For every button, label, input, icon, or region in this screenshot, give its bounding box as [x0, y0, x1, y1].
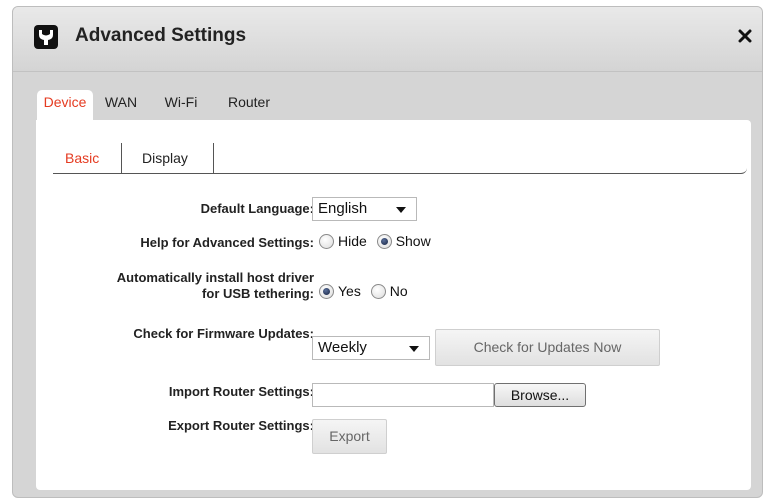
default-language-value: English — [318, 200, 368, 217]
subtab-divider — [213, 143, 214, 173]
sub-tabs: Basic Display — [53, 143, 747, 174]
subtab-divider — [121, 143, 122, 173]
firmware-frequency-select[interactable]: Weekly — [312, 336, 430, 360]
help-show-radio[interactable] — [376, 233, 392, 249]
default-language-select[interactable]: English — [312, 197, 417, 221]
help-show-label: Show — [395, 233, 431, 250]
check-updates-button[interactable]: Check for Updates Now — [435, 329, 660, 366]
tab-router[interactable]: Router — [219, 90, 279, 120]
import-file-input[interactable] — [312, 383, 494, 407]
chevron-down-icon — [396, 207, 406, 213]
browse-button[interactable]: Browse... — [494, 383, 586, 407]
dialog-titlebar: Advanced Settings — [13, 7, 762, 72]
usb-no-label: No — [389, 283, 408, 300]
advanced-settings-dialog: Advanced Settings Device WAN Wi-Fi Route… — [12, 6, 763, 498]
close-icon[interactable] — [738, 29, 752, 43]
import-settings-label: Import Router Settings: — [168, 384, 314, 399]
subtab-basic[interactable]: Basic — [65, 143, 99, 173]
chevron-down-icon — [409, 346, 419, 352]
usb-no-radio[interactable] — [370, 283, 386, 299]
default-language-label: Default Language: — [200, 201, 314, 216]
subtab-display[interactable]: Display — [142, 143, 188, 173]
firmware-frequency-value: Weekly — [318, 339, 367, 356]
usb-yes-label: Yes — [338, 283, 361, 300]
export-button[interactable]: Export — [312, 419, 387, 454]
dialog-title: Advanced Settings — [75, 25, 247, 46]
help-hide-radio[interactable] — [319, 233, 334, 249]
firmware-updates-label: Check for Firmware Updates: — [133, 326, 314, 341]
help-settings-radio-group: Hide Show — [319, 232, 437, 249]
help-settings-label: Help for Advanced Settings: — [140, 235, 314, 250]
usb-driver-label-line2: for USB tethering: — [202, 286, 314, 301]
tab-wi-fi[interactable]: Wi-Fi — [155, 90, 207, 120]
help-hide-label: Hide — [338, 233, 367, 250]
tab-wan[interactable]: WAN — [95, 90, 147, 120]
usb-yes-radio[interactable] — [319, 283, 334, 299]
device-panel: Basic Display Default Language: English … — [36, 120, 751, 490]
wrench-icon — [34, 25, 58, 49]
export-settings-label: Export Router Settings: — [168, 418, 314, 433]
usb-driver-label-line1: Automatically install host driver — [116, 270, 314, 285]
tab-device[interactable]: Device — [37, 90, 93, 120]
usb-driver-radio-group: Yes No — [319, 282, 414, 299]
